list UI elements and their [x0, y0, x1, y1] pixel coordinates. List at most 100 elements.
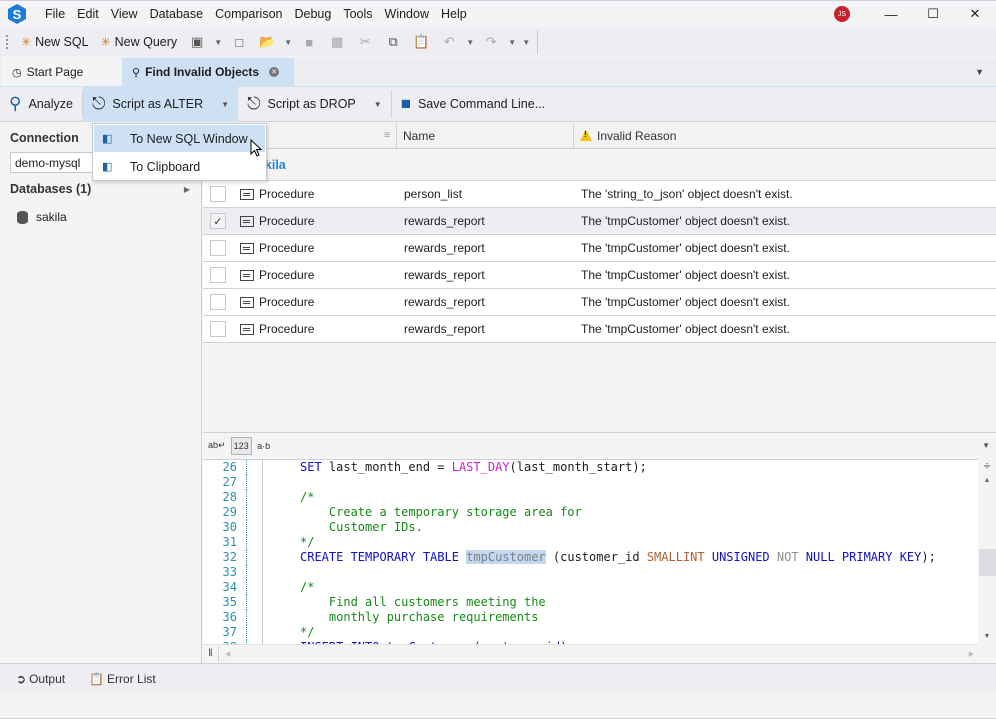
whitespace-toggle[interactable]: a·b — [255, 437, 273, 455]
row-checkbox[interactable] — [210, 186, 226, 202]
script-as-drop-button[interactable]: ⎋ Script as DROP ▼ — [238, 87, 391, 122]
line-number: 31 — [222, 535, 237, 549]
analyze-button[interactable]: ⚲ Analyze — [0, 87, 82, 122]
scroll-up-arrow[interactable]: ▲ — [978, 477, 996, 484]
new-document-dropdown[interactable]: ▼ — [211, 38, 225, 47]
script-drop-icon: ⎋ — [247, 94, 261, 113]
new-query-label: New Query — [114, 35, 178, 49]
connection-label: Connection — [10, 131, 79, 145]
menu-item-to-clipboard[interactable]: ◧ To Clipboard — [94, 153, 265, 180]
menu-window[interactable]: Window — [379, 1, 435, 28]
row-checkbox[interactable] — [210, 321, 226, 337]
scroll-down-arrow[interactable]: ▼ — [978, 633, 996, 640]
title-bar: S File Edit View Database Comparison Deb… — [0, 0, 996, 27]
undo-icon[interactable]: ↶ — [438, 30, 460, 54]
cut-icon[interactable]: ✂ — [354, 30, 376, 54]
line-numbers-toggle[interactable]: 123 — [230, 436, 252, 455]
menu-item-label: To Clipboard — [130, 159, 201, 174]
document-toolbar: ⚲ Analyze ⎋ Script as ALTER ▼ ⎋ Script a… — [0, 86, 996, 122]
menu-help[interactable]: Help — [435, 1, 473, 28]
script-as-alter-button[interactable]: ⎋ Script as ALTER ▼ — [82, 86, 239, 122]
maximize-button[interactable]: ☐ — [912, 1, 954, 28]
table-row[interactable]: Procedure rewards_report The 'tmpCustomer'… — [203, 262, 996, 289]
code-line: 35 Find all customers meeting the — [203, 595, 978, 610]
row-checkbox[interactable] — [210, 294, 226, 310]
chevron-right-icon[interactable]: ▶ — [184, 185, 190, 196]
split-editor-icon[interactable]: ÷ — [978, 459, 996, 475]
paste-icon[interactable]: 📋 — [410, 30, 432, 54]
line-number: 30 — [222, 520, 237, 534]
save-command-line-button[interactable]: ■ Save Command Line... — [392, 87, 554, 122]
object-type: Procedure — [259, 187, 315, 201]
toolbar-options-dropdown[interactable]: ▼ — [519, 38, 533, 47]
toolbar-grip[interactable] — [6, 35, 9, 49]
tab-find-invalid-objects[interactable]: ⚲ Find Invalid Objects ✕ — [122, 58, 294, 86]
database-item[interactable]: sakila — [17, 210, 67, 224]
scroll-thumb[interactable] — [979, 549, 996, 576]
editor-options-dropdown[interactable]: ▼ — [982, 441, 990, 450]
menu-file[interactable]: File — [39, 1, 71, 28]
databases-header[interactable]: Databases (1) ▶ — [10, 182, 190, 196]
connection-panel: Connection demo-mysql Databases (1) ▶ sa… — [0, 123, 202, 663]
row-checkbox[interactable] — [210, 267, 226, 283]
save-icon[interactable]: ■ — [298, 30, 320, 54]
scroll-left-arrow[interactable]: ◀ — [225, 650, 230, 658]
table-row[interactable]: Procedure person_list The 'string_to_json'… — [203, 181, 996, 208]
column-header-name[interactable]: Name — [397, 123, 574, 148]
tool-windows-bar: ➲ Output 📋 Error List — [0, 663, 996, 693]
table-row[interactable]: Procedure rewards_report The 'tmpCustomer'… — [203, 235, 996, 262]
row-checkbox[interactable]: ✓ — [210, 213, 226, 229]
tab-start-page[interactable]: ◷ Start Page — [2, 58, 122, 86]
open-dropdown[interactable]: ▼ — [281, 38, 295, 47]
editor-toolbar: ab↵ 123 a·b ▼ — [203, 432, 996, 458]
copy-icon[interactable]: ⧉ — [382, 30, 404, 54]
grid-header: ≡ Name Invalid Reason — [203, 123, 996, 149]
new-sql-icon: ✳ — [21, 35, 32, 49]
table-row[interactable]: Procedure rewards_report The 'tmpCustomer'… — [203, 289, 996, 316]
group-row[interactable]: sakila — [203, 149, 996, 181]
redo-icon[interactable]: ↷ — [480, 30, 502, 54]
undo-dropdown[interactable]: ▼ — [463, 38, 477, 47]
new-sql-button[interactable]: ✳ New SQL — [15, 30, 95, 54]
save-all-icon[interactable]: ▩ — [326, 30, 348, 54]
menu-database[interactable]: Database — [144, 1, 210, 28]
line-number: 32 — [222, 550, 237, 564]
scroll-right-arrow[interactable]: ▶ — [969, 650, 974, 658]
menu-edit[interactable]: Edit — [71, 1, 105, 28]
procedure-icon — [240, 269, 254, 281]
minimize-button[interactable]: — — [870, 1, 912, 28]
column-header-invalid-reason[interactable]: Invalid Reason — [574, 123, 996, 148]
object-type: Procedure — [259, 295, 315, 309]
table-row[interactable]: ✓ Procedure rewards_report The 'tmpCustomer… — [203, 208, 996, 235]
split-horizontal-icon[interactable]: ‖ — [203, 645, 219, 662]
horizontal-scrollbar[interactable]: ‖ ◀ ▶ — [203, 644, 978, 662]
close-tab-icon[interactable]: ✕ — [269, 67, 280, 77]
code-line: 33 — [203, 565, 978, 580]
menu-debug[interactable]: Debug — [288, 1, 337, 28]
find-invalid-objects-icon: ⚲ — [132, 66, 141, 79]
open-folder-icon[interactable]: 📂 — [256, 30, 278, 54]
new-file-icon[interactable]: □ — [228, 30, 250, 54]
close-window-button[interactable]: ✕ — [954, 1, 996, 28]
warning-icon — [580, 130, 592, 141]
invalid-reason: The 'tmpCustomer' object doesn't exist. — [581, 241, 790, 255]
menu-tools[interactable]: Tools — [337, 1, 378, 28]
menu-item-to-new-sql-window[interactable]: ◧ To New SQL Window — [94, 125, 265, 152]
row-checkbox[interactable] — [210, 240, 226, 256]
menu-comparison[interactable]: Comparison — [209, 1, 288, 28]
line-number: 36 — [222, 610, 237, 624]
word-wrap-icon[interactable]: ab↵ — [206, 437, 228, 455]
vertical-scrollbar[interactable]: ÷ ▲ ▼ — [978, 459, 996, 644]
chevron-down-icon[interactable]: ▼ — [221, 100, 229, 109]
redo-dropdown[interactable]: ▼ — [505, 38, 519, 47]
new-document-icon[interactable]: ▣ — [186, 30, 208, 54]
error-list-button[interactable]: 📋 Error List — [81, 672, 164, 686]
sql-editor[interactable]: 26 SET last_month_end = LAST_DAY(last_mo… — [203, 459, 978, 644]
chevron-down-icon[interactable]: ▼ — [374, 100, 382, 109]
output-button[interactable]: ➲ Output — [8, 672, 73, 686]
tab-list-dropdown[interactable]: ▼ — [975, 67, 984, 77]
menu-view[interactable]: View — [105, 1, 144, 28]
user-avatar[interactable]: JS — [834, 6, 850, 22]
new-query-button[interactable]: ✳ New Query — [95, 30, 184, 54]
table-row[interactable]: Procedure rewards_report The 'tmpCustomer'… — [203, 316, 996, 343]
